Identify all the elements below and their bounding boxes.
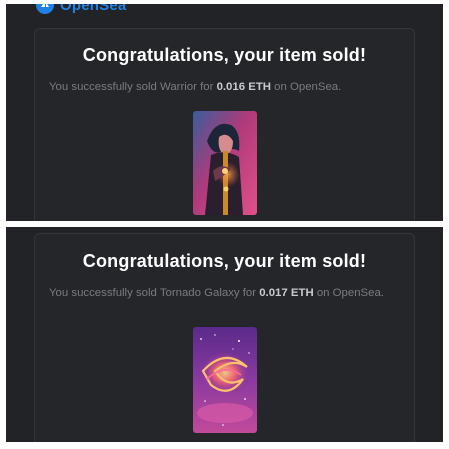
sale-title: Congratulations, your item sold! (82, 45, 367, 65)
email-screenshot-bottom: Congratulations, your item sold! You suc… (6, 227, 443, 442)
sale-notification-card: Congratulations, your item sold! You suc… (34, 233, 415, 442)
sale-message: You successfully sold Warrior for 0.016 … (49, 81, 342, 93)
sale-title: Congratulations, your item sold! (82, 251, 367, 271)
sale-price: 0.016 ETH (216, 81, 272, 93)
sale-notification-card: Congratulations, your item sold! You suc… (34, 28, 415, 221)
sale-price: 0.017 ETH (259, 287, 314, 299)
email-screenshot-top: OpenSea Congratulations, your item sold!… (6, 4, 443, 221)
item-name: Tornado Galaxy (159, 287, 240, 299)
warrior-artwork (193, 111, 257, 215)
opensea-header: OpenSea (36, 4, 126, 14)
opensea-logo-text: OpenSea (60, 4, 127, 14)
opensea-logo-icon (36, 4, 54, 14)
tornado-galaxy-artwork (193, 327, 257, 433)
item-name: Warrior (160, 81, 197, 93)
sale-message: You successfully sold Tornado Galaxy for… (49, 287, 384, 299)
